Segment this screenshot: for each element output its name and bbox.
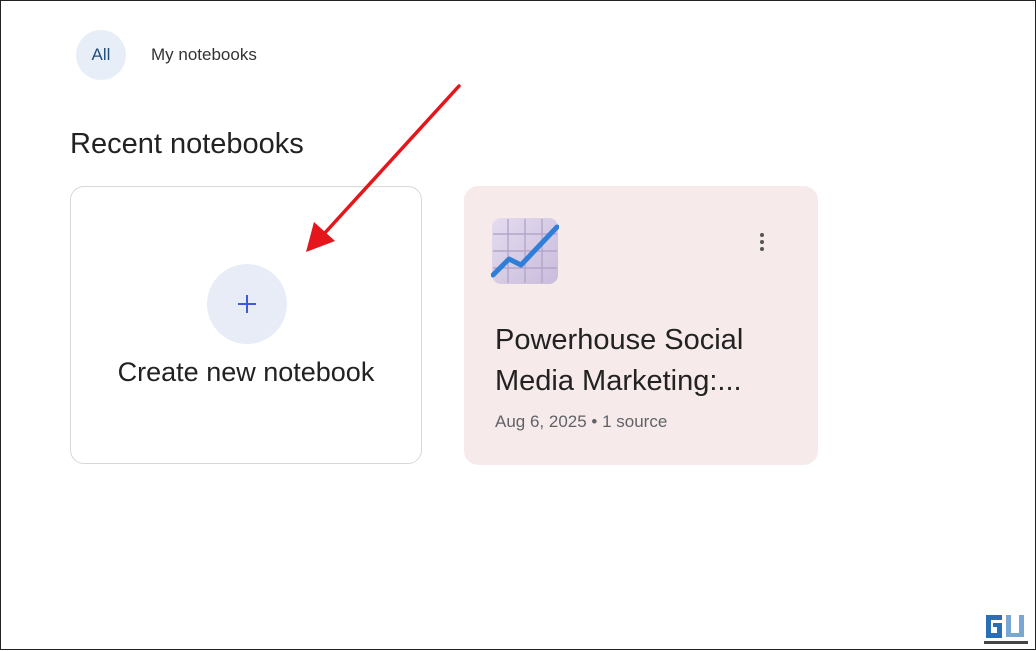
create-notebook-label: Create new notebook (117, 357, 375, 387)
chart-increasing-icon (491, 218, 559, 284)
page-frame: All My notebooks Recent notebooks Create… (0, 0, 1036, 650)
gadgets-to-use-logo (982, 611, 1030, 647)
tab-all-label: All (91, 45, 111, 64)
tab-my-notebooks-label: My notebooks (151, 45, 257, 64)
more-vert-icon[interactable] (752, 230, 772, 254)
notebook-title-line1: Powerhouse Social (495, 324, 744, 356)
menu-dot (760, 233, 764, 237)
section-title: Recent notebooks (70, 128, 304, 160)
plus-icon[interactable] (207, 264, 287, 344)
create-notebook-card[interactable]: Create new notebook (70, 186, 422, 464)
menu-dot (760, 240, 764, 244)
tab-all[interactable]: All (76, 30, 126, 80)
tab-my-notebooks[interactable]: My notebooks (151, 45, 257, 65)
filter-tabs: All My notebooks (76, 30, 257, 80)
menu-dot (760, 247, 764, 251)
notebook-card[interactable]: Powerhouse Social Media Marketing:... Au… (464, 186, 818, 465)
notebook-title-line2: Media Marketing:... (495, 365, 742, 397)
notebook-meta: Aug 6, 2025 • 1 source (495, 412, 668, 431)
plus-glyph (238, 295, 256, 313)
notebook-title: Powerhouse Social Media Marketing:... (495, 320, 795, 402)
